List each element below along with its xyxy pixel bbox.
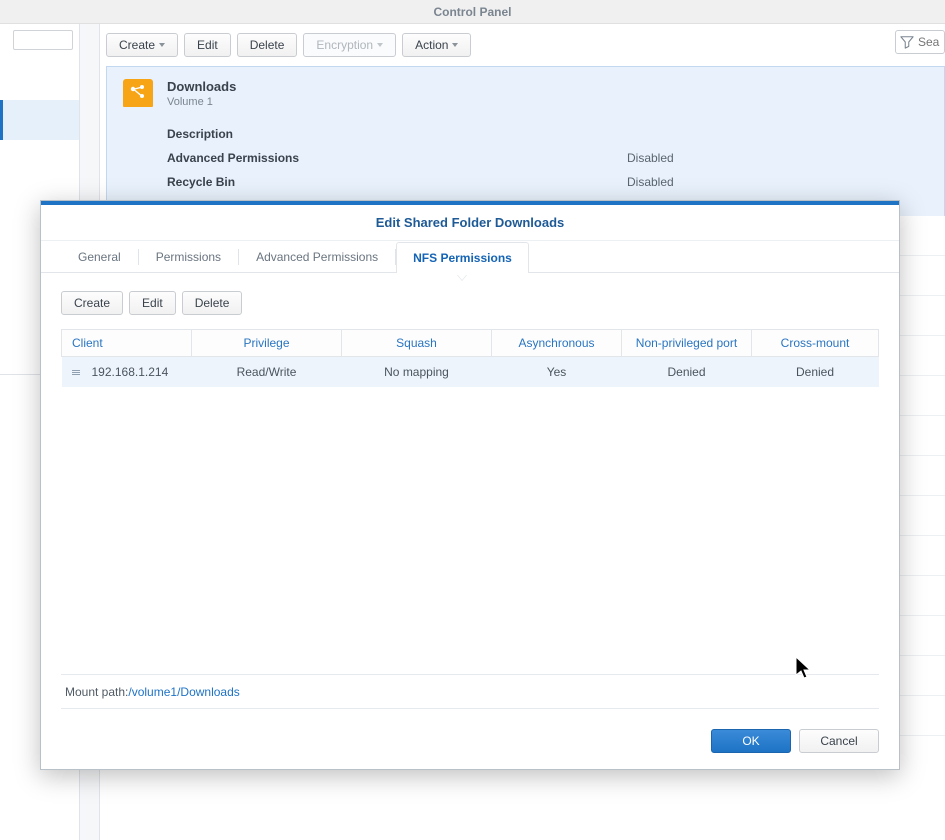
shared-folder-icon bbox=[123, 79, 153, 107]
advanced-permissions-label: Advanced Permissions bbox=[167, 151, 627, 165]
separator bbox=[61, 708, 879, 709]
nfs-toolbar: Create Edit Delete bbox=[61, 291, 879, 315]
search-box[interactable] bbox=[895, 30, 945, 54]
cell-squash: No mapping bbox=[342, 357, 492, 388]
mount-path-row: Mount path:/volume1/Downloads bbox=[65, 685, 240, 699]
recycle-bin-label: Recycle Bin bbox=[167, 175, 627, 189]
encryption-button-label: Encryption bbox=[316, 38, 373, 52]
caret-down-icon bbox=[452, 43, 458, 47]
main-toolbar: Create Edit Delete Encryption Action bbox=[106, 30, 945, 60]
col-client[interactable]: Client bbox=[62, 330, 192, 357]
sidebar-search-box[interactable] bbox=[13, 30, 73, 50]
create-button[interactable]: Create bbox=[106, 33, 178, 57]
col-cross-mount[interactable]: Cross-mount bbox=[752, 330, 879, 357]
mount-path-value: /volume1/Downloads bbox=[128, 685, 239, 699]
cancel-button[interactable]: Cancel bbox=[799, 729, 879, 753]
col-non-privileged-port[interactable]: Non-privileged port bbox=[622, 330, 752, 357]
action-button[interactable]: Action bbox=[402, 33, 471, 57]
ok-button[interactable]: OK bbox=[711, 729, 791, 753]
cell-client: 192.168.1.214 bbox=[92, 365, 169, 379]
edit-shared-folder-dialog: Edit Shared Folder Downloads General Per… bbox=[40, 200, 900, 770]
nfs-create-button[interactable]: Create bbox=[61, 291, 123, 315]
encryption-button: Encryption bbox=[303, 33, 396, 57]
tab-nfs-permissions[interactable]: NFS Permissions bbox=[396, 242, 529, 273]
col-squash[interactable]: Squash bbox=[342, 330, 492, 357]
separator bbox=[61, 674, 879, 675]
dialog-footer: OK Cancel bbox=[41, 729, 899, 753]
caret-down-icon bbox=[377, 43, 383, 47]
nfs-permissions-table: Client Privilege Squash Asynchronous Non… bbox=[61, 329, 879, 387]
nfs-edit-button[interactable]: Edit bbox=[129, 291, 176, 315]
drag-handle-icon[interactable] bbox=[72, 370, 80, 375]
edit-button[interactable]: Edit bbox=[184, 33, 231, 57]
table-header-row: Client Privilege Squash Asynchronous Non… bbox=[62, 330, 879, 357]
dialog-tabs: General Permissions Advanced Permissions… bbox=[41, 241, 899, 273]
folder-name: Downloads bbox=[167, 79, 236, 94]
nfs-rule-row[interactable]: 192.168.1.214 Read/Write No mapping Yes … bbox=[62, 357, 879, 388]
cell-nonpriv: Denied bbox=[622, 357, 752, 388]
cell-privilege: Read/Write bbox=[192, 357, 342, 388]
caret-down-icon bbox=[159, 43, 165, 47]
create-button-label: Create bbox=[119, 38, 155, 52]
advanced-permissions-value: Disabled bbox=[627, 151, 674, 165]
filter-icon bbox=[900, 35, 914, 49]
delete-button[interactable]: Delete bbox=[237, 33, 298, 57]
search-input[interactable] bbox=[918, 35, 945, 49]
action-button-label: Action bbox=[415, 38, 448, 52]
tab-permissions[interactable]: Permissions bbox=[139, 241, 238, 272]
dialog-title: Edit Shared Folder Downloads bbox=[41, 205, 899, 241]
description-label: Description bbox=[167, 127, 627, 141]
sidebar-item-selected[interactable] bbox=[0, 100, 79, 140]
col-privilege[interactable]: Privilege bbox=[192, 330, 342, 357]
cell-cross: Denied bbox=[752, 357, 879, 388]
dialog-body: Create Edit Delete Client Privilege Squa… bbox=[41, 273, 899, 387]
tab-general[interactable]: General bbox=[61, 241, 138, 272]
cell-async: Yes bbox=[492, 357, 622, 388]
col-asynchronous[interactable]: Asynchronous bbox=[492, 330, 622, 357]
nfs-delete-button[interactable]: Delete bbox=[182, 291, 243, 315]
folder-panel[interactable]: Downloads Volume 1 Description Advanced … bbox=[106, 66, 945, 216]
tab-advanced-permissions[interactable]: Advanced Permissions bbox=[239, 241, 395, 272]
recycle-bin-value: Disabled bbox=[627, 175, 674, 189]
control-panel-title: Control Panel bbox=[0, 0, 945, 24]
mount-path-label: Mount path: bbox=[65, 685, 128, 699]
folder-volume: Volume 1 bbox=[167, 96, 236, 108]
